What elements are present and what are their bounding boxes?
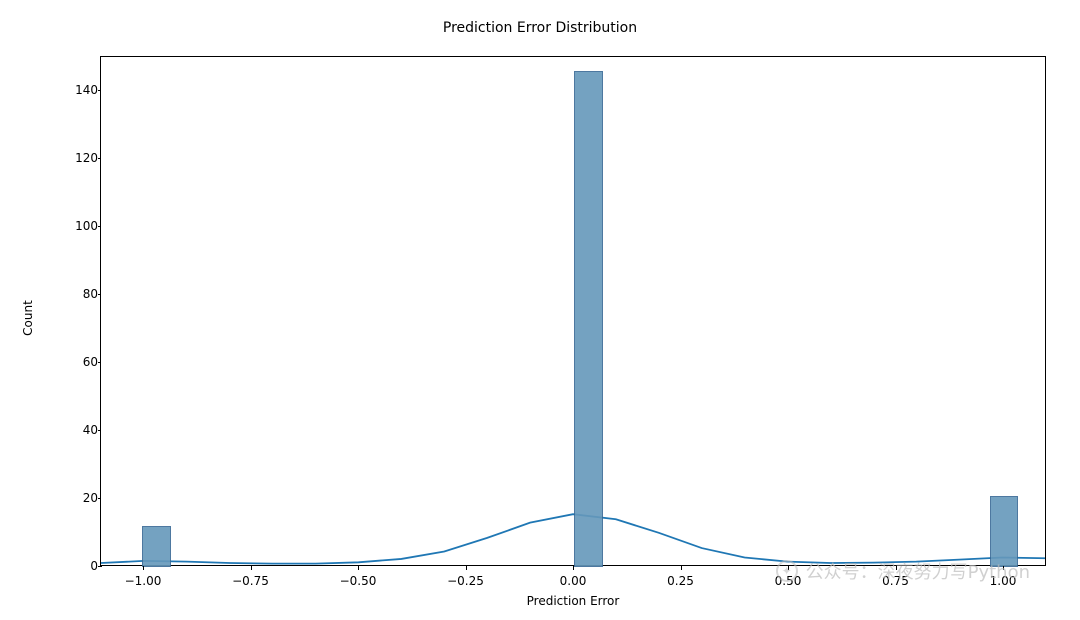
histogram-bar (990, 496, 1019, 567)
x-axis-label: Prediction Error (527, 594, 620, 608)
x-tick-label: 0.25 (667, 574, 694, 588)
y-tick-label: 40 (60, 423, 98, 437)
wechat-icon: ✦ (776, 560, 798, 582)
chart-container: Prediction Error Distribution Count 0 20 4… (0, 18, 1080, 620)
histogram-bar (574, 71, 603, 567)
y-tick-label: 0 (60, 559, 98, 573)
watermark-text: 公众号：深夜努力写Python (806, 558, 1030, 584)
histogram-bar (142, 526, 171, 567)
y-axis-label: Count (21, 300, 35, 336)
y-tick-label: 80 (60, 287, 98, 301)
x-tick-label: −0.75 (232, 574, 269, 588)
x-tick-label: −0.25 (447, 574, 484, 588)
x-tick-label: 0.00 (560, 574, 587, 588)
y-tick-label: 20 (60, 491, 98, 505)
watermark: ✦ 公众号：深夜努力写Python (776, 558, 1030, 584)
y-tick-label: 60 (60, 355, 98, 369)
y-tick-label: 120 (60, 151, 98, 165)
x-tick-label: −0.50 (340, 574, 377, 588)
plot-area (100, 56, 1046, 566)
chart-title: Prediction Error Distribution (0, 18, 1080, 36)
y-tick-label: 100 (60, 219, 98, 233)
y-axis: 020406080100120140 (60, 56, 98, 566)
x-tick-label: −1.00 (125, 574, 162, 588)
y-tick-label: 140 (60, 83, 98, 97)
